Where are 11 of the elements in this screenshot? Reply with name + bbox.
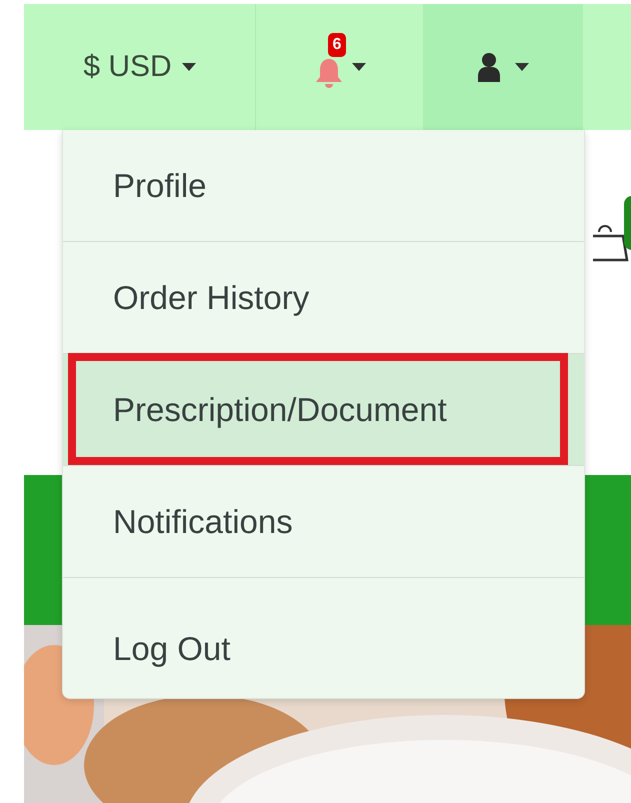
- account-dropdown[interactable]: [423, 4, 583, 130]
- caret-icon: [515, 63, 529, 71]
- menu-item[interactable]: Profile: [63, 130, 584, 241]
- notification-count-badge: 6: [328, 33, 346, 57]
- notifications-dropdown[interactable]: 6: [256, 4, 423, 130]
- menu-item[interactable]: Log Out: [63, 578, 584, 698]
- user-icon: [477, 52, 501, 82]
- menu-item[interactable]: Notifications: [63, 466, 584, 577]
- caret-icon: [352, 63, 366, 71]
- menu-item[interactable]: Order History: [63, 242, 584, 353]
- caret-icon: [182, 63, 196, 71]
